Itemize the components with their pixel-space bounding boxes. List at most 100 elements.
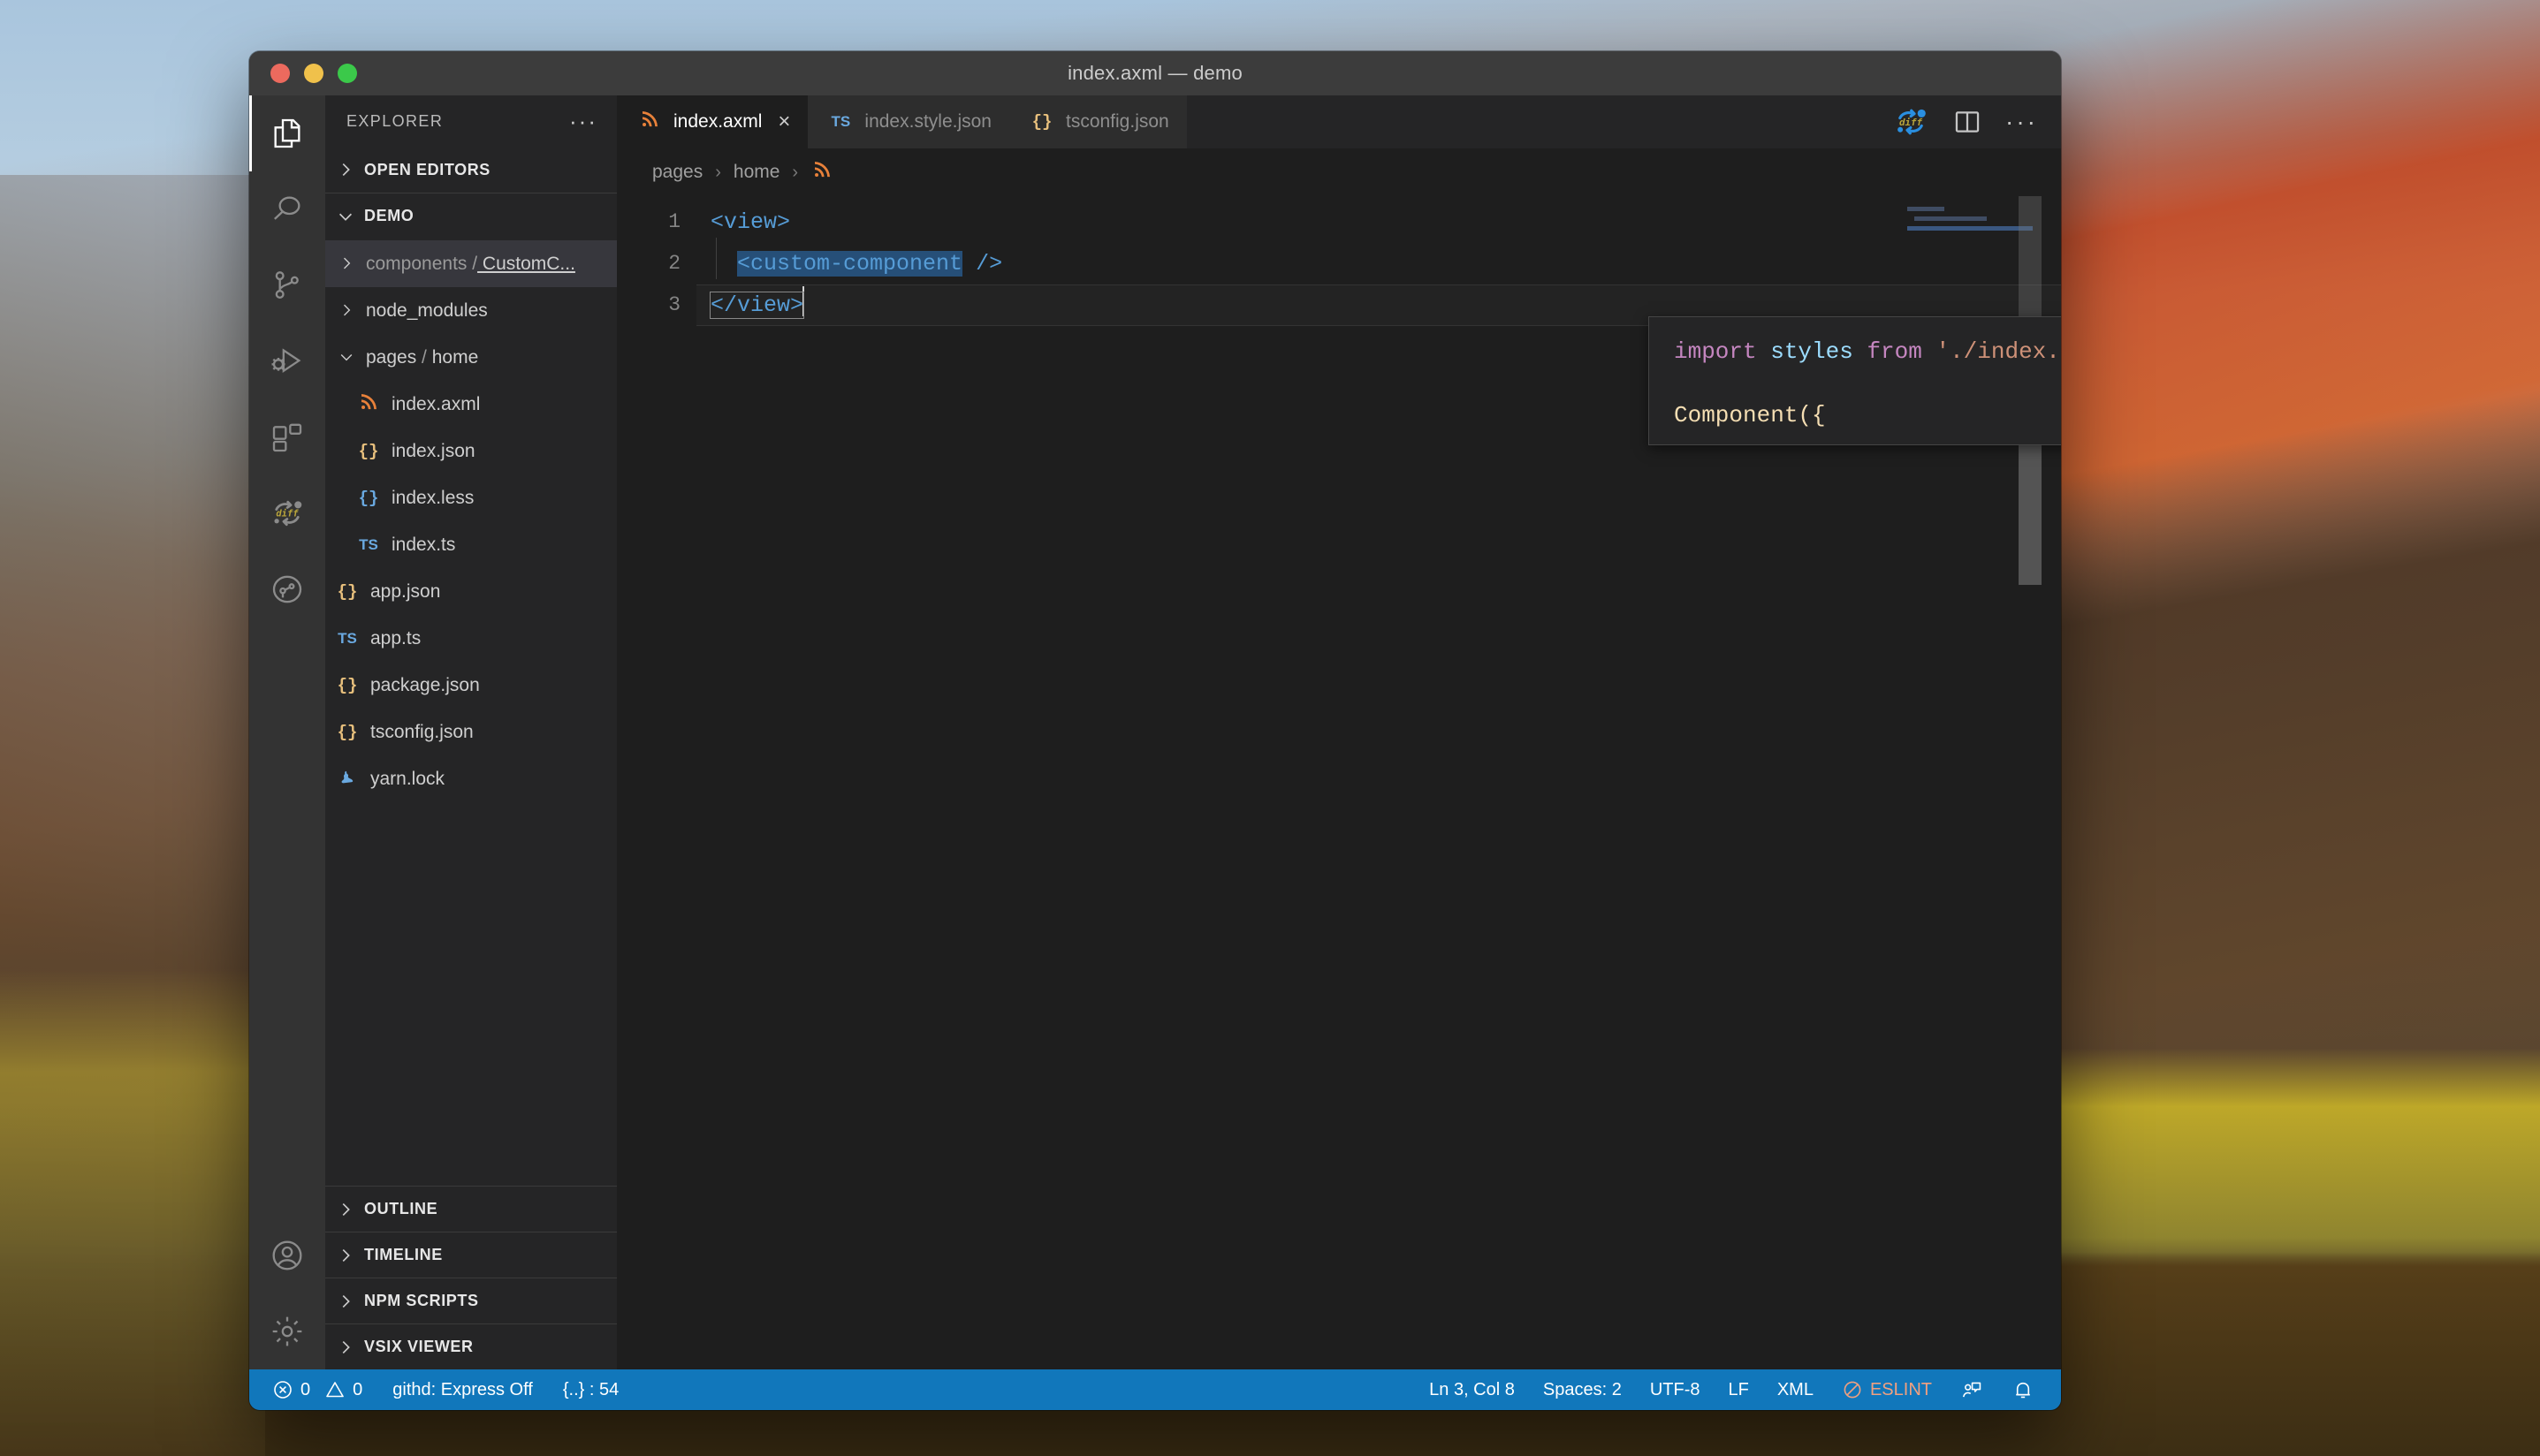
activity-item-settings[interactable]	[249, 1293, 325, 1369]
chevron-down-icon	[338, 348, 357, 368]
tab-tsconfig-json[interactable]: {} tsconfig.json	[1008, 95, 1187, 148]
status-githd[interactable]: githd: Express Off	[380, 1380, 545, 1400]
error-count: 0	[300, 1379, 311, 1399]
status-encoding[interactable]: UTF-8	[1638, 1380, 1713, 1400]
tree-item-label: index.axml	[392, 393, 481, 414]
tree-item-label: index.less	[392, 487, 475, 508]
code-line-1[interactable]: <view>	[696, 201, 2061, 243]
chevron-right-icon	[338, 254, 357, 274]
eslint-disabled-icon	[1842, 1379, 1863, 1400]
section-npm-scripts-label: NPM SCRIPTS	[364, 1292, 479, 1309]
traffic-lights	[249, 64, 357, 83]
line-number: 1	[668, 210, 681, 233]
eslint-label: ESLINT	[1869, 1379, 1932, 1399]
close-button[interactable]	[270, 64, 290, 83]
code-token-view-open: <view>	[711, 209, 791, 235]
svg-text:diff: diff	[276, 509, 299, 519]
status-language-mode[interactable]: XML	[1765, 1380, 1826, 1400]
status-problems[interactable]: 0 0	[260, 1379, 375, 1400]
breadcrumb: pages › home ›	[617, 148, 2061, 196]
more-actions-button[interactable]: ···	[2005, 110, 2038, 134]
status-bar-right: Ln 3, Col 8 Spaces: 2 UTF-8 LF XML ESLIN…	[1417, 1378, 2061, 1401]
status-bar: 0 0 githd: Express Off {..} : 54 Ln 3, C…	[249, 1369, 2061, 1410]
activity-item-git-history[interactable]	[249, 551, 325, 627]
tab-label: tsconfig.json	[1065, 111, 1169, 132]
activity-item-run-and-debug[interactable]	[249, 323, 325, 399]
chevron-right-icon: ›	[715, 162, 721, 182]
status-notifications[interactable]	[1999, 1378, 2047, 1401]
tree-item-yarn-lock[interactable]: yarn.lock	[325, 755, 617, 802]
section-vsix-viewer[interactable]: VSIX VIEWER	[325, 1323, 617, 1369]
tree-item-tsconfig-json[interactable]: {} tsconfig.json	[325, 709, 617, 755]
tree-item-index-json[interactable]: {} index.json	[325, 428, 617, 474]
activity-item-accounts[interactable]	[249, 1217, 325, 1293]
code-editor[interactable]: 1 2 3 <view> <custom-component /> </view…	[617, 196, 2061, 1369]
chevron-right-icon	[336, 1292, 355, 1311]
sidebar-more-actions-icon[interactable]: ···	[569, 110, 597, 133]
activity-item-extensions[interactable]	[249, 399, 325, 475]
section-demo[interactable]: DEMO	[325, 193, 617, 239]
axml-file-icon	[810, 160, 833, 185]
section-outline[interactable]: OUTLINE	[325, 1186, 617, 1232]
activity-item-source-control[interactable]	[249, 247, 325, 323]
minimize-button[interactable]	[304, 64, 323, 83]
tree-item-label: app.ts	[370, 627, 422, 648]
tree-item-index-axml[interactable]: index.axml	[325, 381, 617, 428]
tree-item-label: index.json	[392, 440, 475, 461]
tree-item-label: app.json	[370, 580, 441, 602]
tree-item-index-less[interactable]: {} index.less	[325, 474, 617, 521]
code-line-2[interactable]: <custom-component />	[696, 243, 2061, 284]
zoom-button[interactable]	[338, 64, 357, 83]
activity-item-search[interactable]	[249, 171, 325, 247]
warning-icon	[324, 1379, 346, 1400]
overlay-code-line-2: Component({	[1674, 404, 2061, 427]
activity-item-explorer[interactable]	[249, 95, 325, 171]
split-editor-button[interactable]	[1952, 107, 1982, 137]
status-eslint[interactable]: ESLINT	[1829, 1379, 1944, 1400]
section-open-editors[interactable]: OPEN EDITORS	[325, 147, 617, 193]
line-number-gutter: 1 2 3	[617, 196, 696, 1369]
overlay-token-path: './index.style.json'	[1935, 338, 2061, 365]
tree-item-label: index.ts	[392, 534, 456, 555]
status-feedback[interactable]	[1948, 1378, 1996, 1401]
git-history-icon	[270, 572, 305, 607]
status-bracket-count[interactable]: {..} : 54	[551, 1380, 631, 1400]
svg-text:diff: diff	[1899, 117, 1923, 128]
activity-bar: diff	[249, 95, 325, 1369]
status-indentation[interactable]: Spaces: 2	[1531, 1380, 1634, 1400]
diff-icon: diff	[269, 495, 306, 532]
chevron-right-icon: ›	[792, 162, 799, 182]
extensions-icon	[270, 420, 305, 455]
section-timeline-label: TIMELINE	[364, 1246, 443, 1263]
bell-icon	[2011, 1378, 2034, 1401]
activity-item-diff[interactable]: diff	[249, 475, 325, 551]
tree-item-pages-home[interactable]: pages / home	[325, 334, 617, 381]
section-timeline[interactable]: TIMELINE	[325, 1232, 617, 1278]
tab-index-style-json[interactable]: TS index.style.json	[808, 95, 1009, 148]
feedback-icon	[1960, 1378, 1983, 1401]
tab-index-axml[interactable]: index.axml ×	[617, 95, 809, 148]
diff-toggle-button[interactable]: diff	[1892, 103, 1929, 140]
breadcrumb-item-home[interactable]: home	[734, 162, 780, 183]
breadcrumb-item-pages[interactable]: pages	[652, 162, 703, 183]
tree-item-index-ts[interactable]: TS index.ts	[325, 521, 617, 568]
code-token-view-close: </view>	[709, 292, 805, 319]
tree-item-components[interactable]: components / CustomC...	[325, 240, 617, 287]
run-debug-icon	[270, 344, 305, 379]
chevron-right-icon	[336, 1246, 355, 1265]
section-npm-scripts[interactable]: NPM SCRIPTS	[325, 1278, 617, 1323]
status-eol[interactable]: LF	[1716, 1380, 1761, 1400]
ts-file-icon: TS	[338, 629, 357, 647]
warning-count: 0	[353, 1379, 363, 1399]
tree-item-app-ts[interactable]: TS app.ts	[325, 615, 617, 662]
status-cursor-position[interactable]: Ln 3, Col 8	[1417, 1380, 1527, 1400]
file-tree: components / CustomC... node_modules pag…	[325, 239, 617, 1186]
json-file-icon: {}	[358, 441, 379, 461]
tree-item-node-modules[interactable]: node_modules	[325, 287, 617, 334]
tree-item-app-json[interactable]: {} app.json	[325, 568, 617, 615]
close-icon[interactable]: ×	[778, 111, 790, 133]
chevron-down-icon	[336, 207, 355, 226]
window-title: index.axml — demo	[1068, 62, 1243, 84]
tree-item-package-json[interactable]: {} package.json	[325, 662, 617, 709]
